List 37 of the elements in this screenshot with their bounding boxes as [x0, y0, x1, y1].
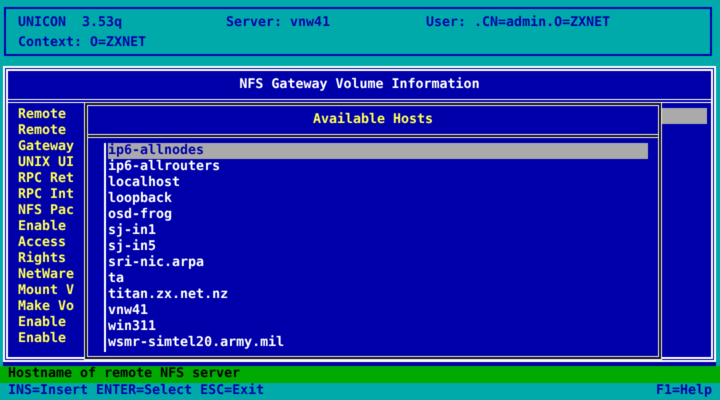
- menu-item[interactable]: Enable: [18, 315, 74, 331]
- menu-item[interactable]: NetWare: [18, 267, 74, 283]
- help-key: F1=Help: [656, 383, 712, 400]
- field-highlight: [662, 108, 707, 124]
- host-item[interactable]: ip6-allrouters: [108, 159, 648, 175]
- menu-item[interactable]: Enable: [18, 331, 74, 347]
- key-legend: INS=Insert ENTER=Select ESC=Exit: [8, 383, 264, 400]
- menu-item[interactable]: Gateway: [18, 139, 74, 155]
- host-item[interactable]: loopback: [108, 191, 648, 207]
- user-label: User: .CN=admin.O=ZXNET: [426, 15, 612, 32]
- host-item[interactable]: osd-frog: [108, 207, 648, 223]
- menu-item[interactable]: NFS Pac: [18, 203, 74, 219]
- host-item[interactable]: win311: [108, 319, 648, 335]
- host-item[interactable]: ta: [108, 271, 648, 287]
- host-item[interactable]: ip6-allnodes: [108, 143, 648, 159]
- host-item[interactable]: localhost: [108, 175, 648, 191]
- menu-item[interactable]: Mount V: [18, 283, 74, 299]
- server-label: Server: vnw41: [226, 15, 332, 32]
- host-item[interactable]: wsmr-simtel20.army.mil: [108, 335, 648, 351]
- menu-item[interactable]: Make Vo: [18, 299, 74, 315]
- host-item[interactable]: titan.zx.net.nz: [108, 287, 648, 303]
- host-item[interactable]: sj-in5: [108, 239, 648, 255]
- program-version: UNICON 3.53q: [18, 15, 124, 32]
- menu-item[interactable]: Rights: [18, 251, 74, 267]
- host-item[interactable]: sri-nic.arpa: [108, 255, 648, 271]
- menu-item[interactable]: Enable: [18, 219, 74, 235]
- menu-item[interactable]: RPC Ret: [18, 171, 74, 187]
- context-label: Context: O=ZXNET: [18, 34, 148, 52]
- host-item[interactable]: vnw41: [108, 303, 648, 319]
- dialog-title: Available Hosts: [88, 106, 658, 138]
- menu-item[interactable]: RPC Int: [18, 187, 74, 203]
- status-hint: Hostname of remote NFS server: [0, 366, 720, 383]
- menu-item[interactable]: Access: [18, 235, 74, 251]
- host-item[interactable]: sj-in1: [108, 223, 648, 239]
- menu-item[interactable]: Remote: [18, 123, 74, 139]
- menu-item[interactable]: UNIX UI: [18, 155, 74, 171]
- menu-item[interactable]: Remote: [18, 107, 74, 123]
